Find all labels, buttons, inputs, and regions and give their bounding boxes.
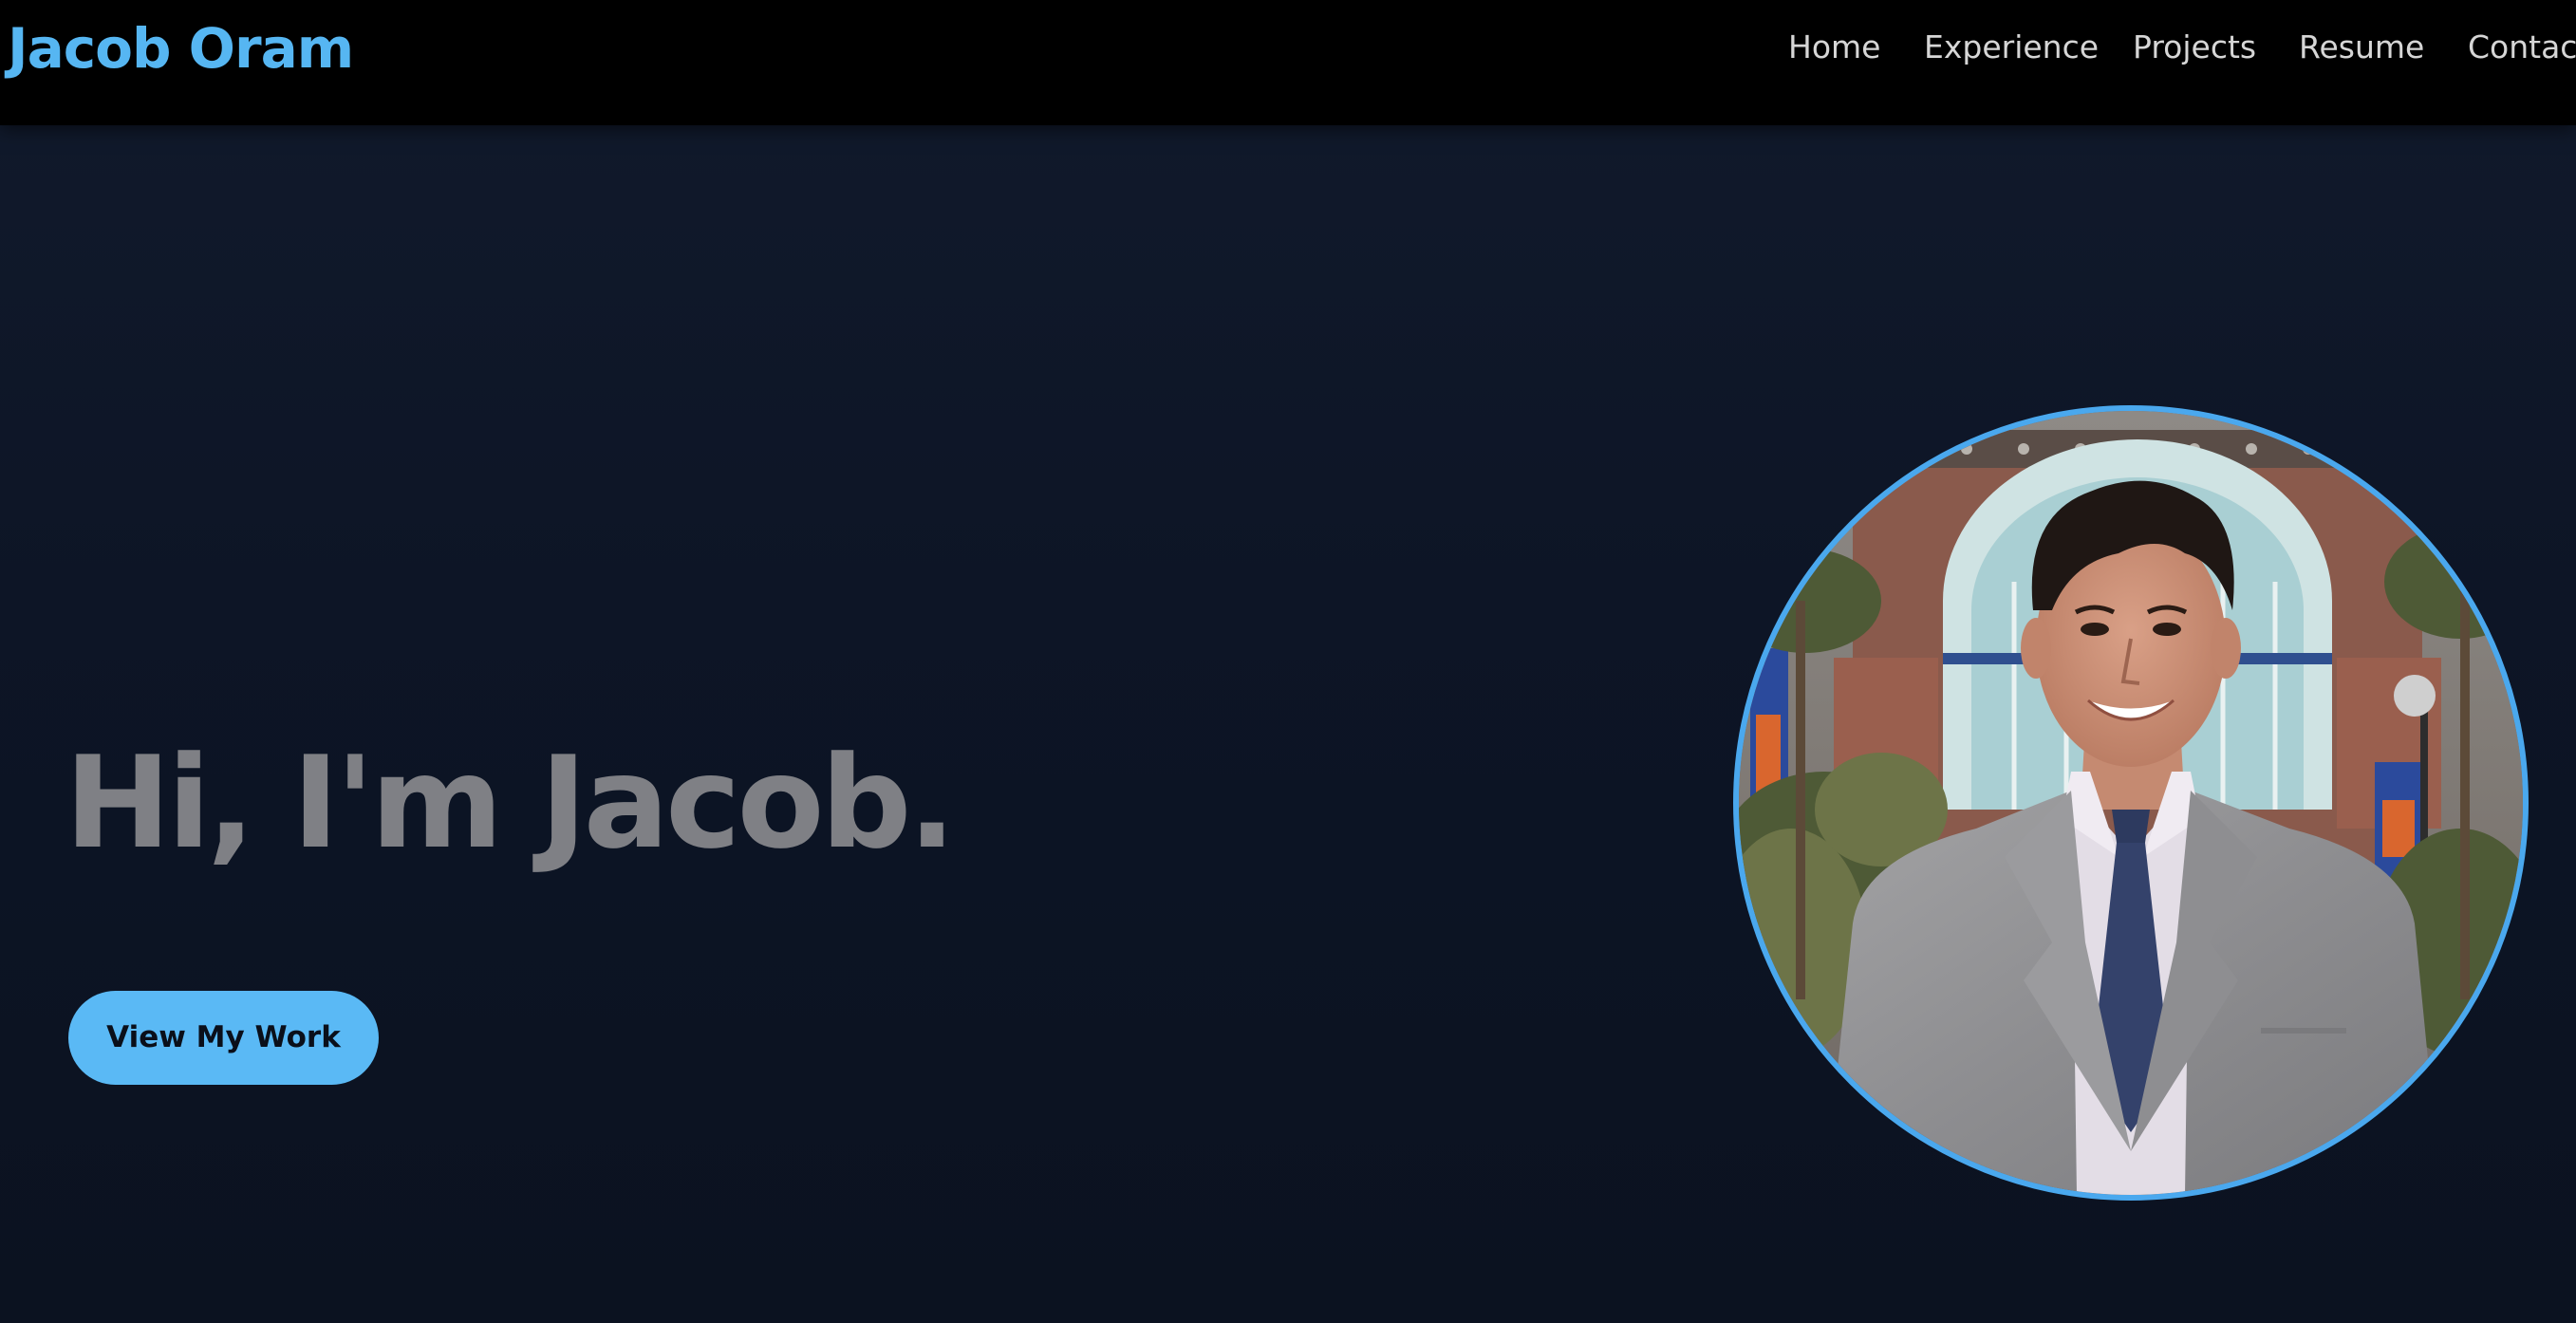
hero-title: Hi, I'm Jacob. <box>65 728 956 877</box>
brand-logo-link[interactable]: Jacob Oram <box>8 6 354 91</box>
view-my-work-button[interactable]: View My Work <box>68 991 379 1085</box>
nav-link-projects[interactable]: Projects <box>2133 13 2256 82</box>
page: Jacob Oram Home Experience Projects Resu… <box>0 0 2576 1323</box>
nav-link-home[interactable]: Home <box>1788 13 1880 82</box>
profile-photo-illustration <box>1739 411 2523 1195</box>
profile-photo <box>1733 405 2529 1201</box>
nav-link-contact[interactable]: Contac <box>2468 13 2576 82</box>
nav-link-resume[interactable]: Resume <box>2299 13 2424 82</box>
nav-link-experience[interactable]: Experience <box>1924 13 2099 82</box>
navbar: Jacob Oram Home Experience Projects Resu… <box>0 0 2576 125</box>
